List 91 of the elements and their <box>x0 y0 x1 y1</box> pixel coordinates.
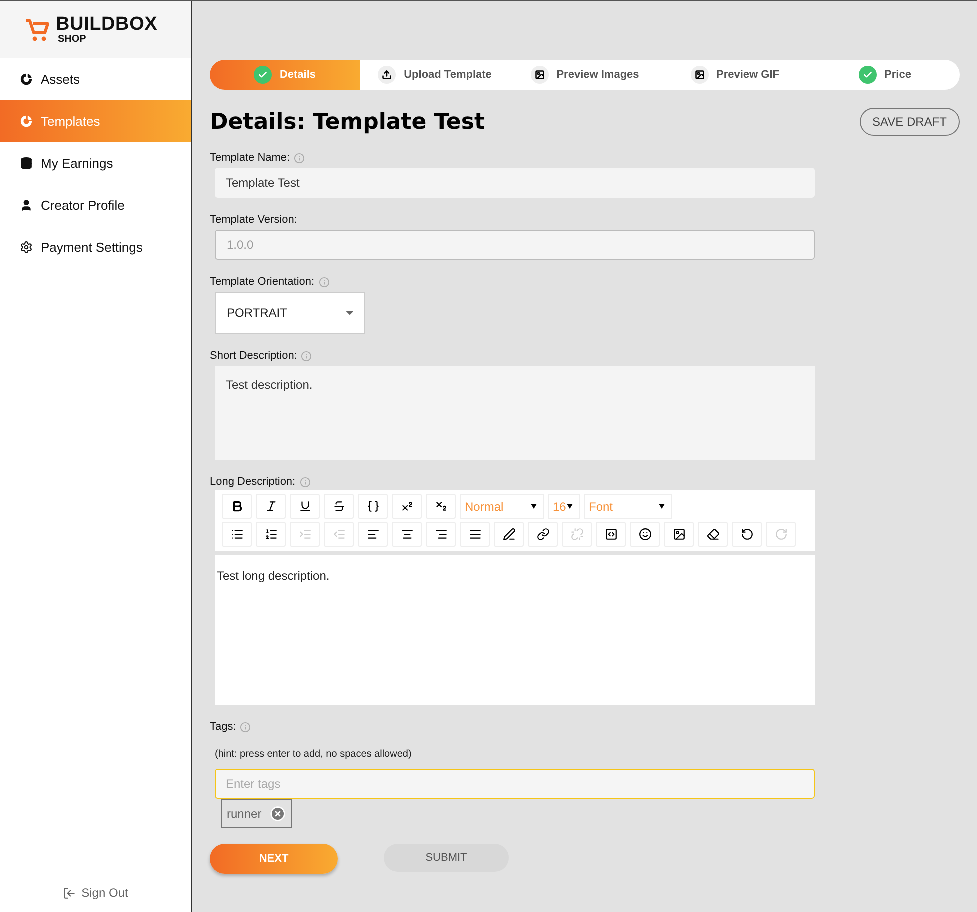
sidebar-item[interactable]: Creator Profile <box>0 184 191 226</box>
eraser-icon <box>706 528 720 541</box>
step-tab[interactable]: Preview Images <box>510 60 660 90</box>
subscript-icon <box>434 500 448 513</box>
strikethrough-icon <box>332 500 346 513</box>
link-icon <box>536 528 550 541</box>
image-button[interactable] <box>664 522 694 547</box>
field-label: Template Orientation: <box>210 276 315 288</box>
smiley-button[interactable] <box>630 522 660 547</box>
pen-icon <box>502 528 516 541</box>
superscript-button[interactable] <box>392 494 422 519</box>
field-label: Long Description: <box>210 476 296 488</box>
step-tab[interactable]: Upload Template <box>360 60 510 90</box>
settings-icon <box>20 240 33 254</box>
underline-button[interactable] <box>290 494 320 519</box>
tag-chip: runner <box>221 799 292 828</box>
subscript-button[interactable] <box>426 494 456 519</box>
image-icon <box>530 66 549 84</box>
align-justify-button[interactable] <box>460 522 490 547</box>
bold-button[interactable] <box>222 494 252 519</box>
logo-name: BUILDBOX <box>56 14 158 34</box>
submit-button[interactable]: SUBMIT <box>384 844 509 872</box>
unlink-icon <box>570 528 584 541</box>
page-title: Details: Template Test <box>210 110 485 134</box>
coin-stack-icon <box>20 156 33 170</box>
align-justify-icon <box>468 528 482 541</box>
bullet-list-icon <box>230 528 244 541</box>
bullet-list-button[interactable] <box>222 522 252 547</box>
user-icon <box>20 198 33 212</box>
image-icon <box>672 528 686 541</box>
save-draft-button[interactable]: SAVE DRAFT <box>860 108 960 136</box>
sidebar-item[interactable]: Payment Settings <box>0 226 191 268</box>
embed-icon <box>604 528 618 541</box>
orientation-select[interactable]: PORTRAIT <box>215 292 365 334</box>
field-label: Template Version: <box>210 214 298 226</box>
sign-out-icon <box>62 886 76 900</box>
template-name-field[interactable]: Template Test <box>215 168 815 198</box>
image-icon <box>690 66 708 84</box>
pen-button[interactable] <box>494 522 524 547</box>
pie-chart-icon <box>20 114 33 128</box>
bold-icon <box>230 500 244 513</box>
info-icon <box>300 476 311 488</box>
remove-tag-icon[interactable] <box>270 806 286 822</box>
check-icon <box>254 66 272 84</box>
numbered-list-button[interactable] <box>256 522 286 547</box>
redo-icon <box>774 528 788 541</box>
field-label: Tags: <box>210 721 236 733</box>
info-icon <box>294 152 306 164</box>
logo-subtitle: SHOP <box>58 34 88 44</box>
pie-chart-icon <box>20 72 33 86</box>
smiley-icon <box>638 528 652 541</box>
align-left-icon <box>366 528 380 541</box>
align-center-button[interactable] <box>392 522 422 547</box>
info-icon <box>301 350 312 362</box>
undo-icon <box>740 528 754 541</box>
link-button[interactable] <box>528 522 558 547</box>
braces-icon <box>366 500 380 513</box>
italic-button[interactable] <box>256 494 286 519</box>
tags-hint: (hint: press enter to add, no spaces allowed) <box>215 749 413 760</box>
tags-field[interactable]: Enter tags <box>215 769 815 799</box>
long-description-editor[interactable]: Test long description. <box>215 555 815 705</box>
undo-button[interactable] <box>732 522 762 547</box>
strikethrough-button[interactable] <box>324 494 354 519</box>
sidebar-item[interactable]: My Earnings <box>0 142 191 184</box>
embed-button[interactable] <box>596 522 626 547</box>
sidebar-item[interactable]: Assets <box>0 58 191 100</box>
field-label: Short Description: <box>210 350 298 362</box>
caret-icon <box>567 504 573 509</box>
align-left-button[interactable] <box>358 522 388 547</box>
underline-icon <box>298 500 312 513</box>
eraser-button[interactable] <box>698 522 728 547</box>
step-tab[interactable]: Price <box>810 60 960 90</box>
align-right-button[interactable] <box>426 522 456 547</box>
caret-icon <box>659 504 665 509</box>
field-label: Template Name: <box>210 152 290 164</box>
outdent-icon <box>332 528 346 541</box>
step-tab[interactable]: Preview GIF <box>660 60 810 90</box>
check-icon <box>858 66 877 84</box>
superscript-icon <box>400 500 414 513</box>
info-icon <box>318 276 330 288</box>
braces-button[interactable] <box>358 494 388 519</box>
upload-icon <box>378 66 396 84</box>
align-right-icon <box>434 528 448 541</box>
info-icon <box>240 722 252 732</box>
sign-out-link[interactable]: Sign Out <box>0 886 191 900</box>
short-description-field[interactable]: Test description. <box>215 366 815 460</box>
numbered-list-icon <box>264 528 278 541</box>
italic-icon <box>264 500 278 513</box>
caret-icon <box>531 504 537 509</box>
indent-icon <box>298 528 312 541</box>
align-center-icon <box>400 528 414 541</box>
